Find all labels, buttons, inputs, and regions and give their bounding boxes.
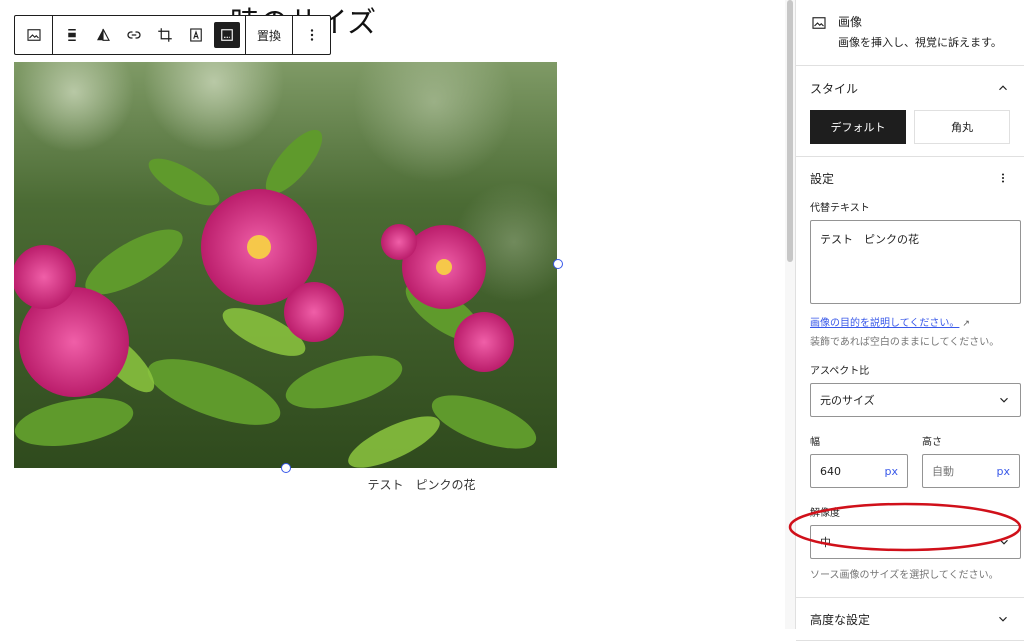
height-unit[interactable]: px (997, 465, 1011, 478)
styles-panel: スタイル デフォルト 角丸 (796, 66, 1024, 157)
styles-panel-toggle[interactable]: スタイル (810, 66, 1010, 110)
crop-icon[interactable] (149, 17, 180, 53)
more-options-icon[interactable] (296, 17, 327, 53)
styles-title: スタイル (810, 81, 859, 96)
block-toolbar: 置換 (14, 15, 332, 55)
block-title: 画像 (838, 15, 863, 29)
width-label: 幅 (810, 437, 820, 448)
replace-button[interactable]: 置換 (249, 17, 289, 53)
style-default-button[interactable]: デフォルト (810, 110, 906, 144)
link-icon[interactable] (118, 17, 149, 53)
chevron-up-icon (996, 81, 1010, 95)
scrollbar-thumb[interactable] (787, 0, 793, 262)
width-value: 640 (820, 464, 841, 478)
advanced-panel-toggle[interactable]: 高度な設定 (810, 598, 1010, 640)
aspect-ratio-value: 元のサイズ (820, 394, 875, 407)
flower-photo (14, 62, 557, 468)
height-placeholder: 自動 (932, 465, 954, 478)
settings-options-icon[interactable] (996, 171, 1010, 185)
caption-icon[interactable] (211, 17, 242, 53)
aspect-ratio-select[interactable]: 元のサイズ (810, 383, 1021, 417)
resolution-help-text: ソース画像のサイズを選択してください。 (810, 570, 999, 581)
width-input[interactable]: 640 px (810, 454, 908, 488)
resolution-label: 解像度 (810, 508, 840, 519)
alt-text-label: 代替テキスト (810, 203, 870, 214)
image-block-icon[interactable] (18, 17, 49, 53)
image-icon (812, 17, 826, 29)
chevron-down-icon (996, 612, 1010, 626)
settings-title: 設定 (810, 171, 835, 186)
alt-text-input[interactable]: テスト ピンクの花 (810, 220, 1021, 304)
advanced-panel: 高度な設定 (796, 598, 1024, 641)
resolution-select[interactable]: 中 (810, 525, 1021, 559)
resolution-value: 中 (820, 536, 831, 549)
aspect-ratio-label: アスペクト比 (810, 366, 870, 377)
block-description: 画像を挿入し、視覚に訴えます。 (838, 36, 1002, 49)
image-block[interactable] (14, 62, 557, 468)
align-icon[interactable] (56, 17, 87, 53)
resize-handle-right[interactable] (553, 259, 563, 269)
chevron-down-icon (997, 393, 1011, 407)
settings-panel-header: 設定 (810, 157, 1010, 199)
duotone-filter-icon[interactable] (87, 17, 118, 53)
settings-panel: 設定 代替テキスト テスト ピンクの花 画像の目的を説明してください。 ↗ 装飾で… (796, 157, 1024, 598)
image-caption[interactable]: テスト ピンクの花 (14, 476, 829, 493)
advanced-title: 高度な設定 (810, 612, 871, 627)
resize-handle-bottom[interactable] (281, 463, 291, 473)
settings-sidebar: 画像 画像を挿入し、視覚に訴えます。 スタイル デフォルト 角丸 設定 代替テキ… (795, 0, 1024, 641)
alt-help-text: 装飾であれば空白のままにしてください。 (810, 337, 1000, 348)
external-link-icon: ↗ (962, 319, 970, 329)
alt-help-link[interactable]: 画像の目的を説明してください。 (810, 314, 959, 329)
block-card: 画像 画像を挿入し、視覚に訴えます。 (796, 0, 1024, 66)
text-overlay-icon[interactable] (180, 17, 211, 53)
style-rounded-button[interactable]: 角丸 (914, 110, 1010, 144)
height-input[interactable]: 自動 px (922, 454, 1020, 488)
chevron-down-icon (997, 535, 1011, 549)
width-unit[interactable]: px (885, 465, 899, 478)
editor-canvas: 時のサイズ (0, 0, 790, 629)
height-label: 高さ (922, 437, 942, 448)
